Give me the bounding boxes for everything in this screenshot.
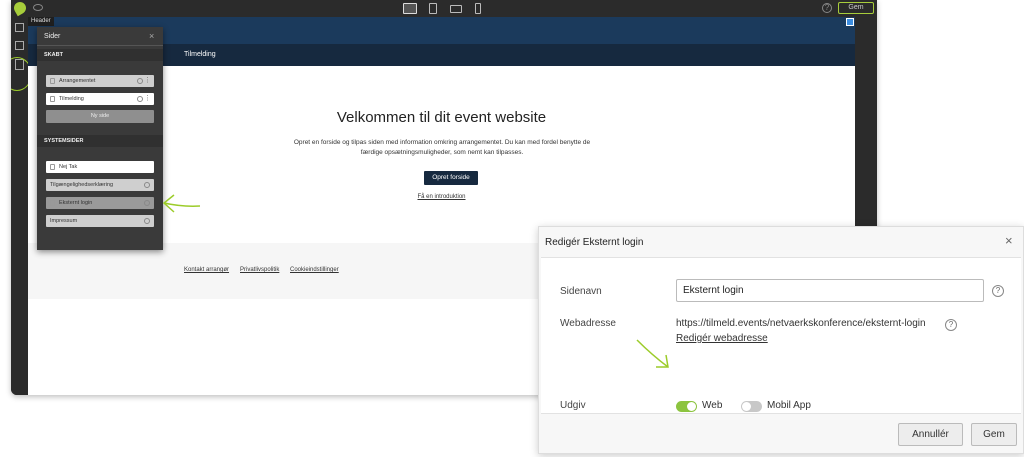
save-button[interactable]: Gem <box>838 2 874 14</box>
hero-text: Opret en forside og tilpas siden med inf… <box>293 139 591 156</box>
dialog-title: Redigér Eksternt login <box>545 237 644 248</box>
blocks-icon[interactable] <box>15 41 24 50</box>
editor-topbar: ? Gem <box>11 0 877 17</box>
screenshot-stage: ? Gem Tilmelding Velkommen til dit event… <box>0 0 1024 457</box>
toggle-app-label: Mobil App <box>767 400 811 411</box>
more-icon[interactable]: ⋮ <box>144 93 151 105</box>
close-icon[interactable]: × <box>1005 233 1013 248</box>
mobile-view-icon[interactable] <box>475 3 481 14</box>
tablet-landscape-icon[interactable] <box>450 5 462 13</box>
page-item-label: Tilmelding <box>59 96 84 102</box>
help-icon[interactable]: ? <box>992 285 1004 297</box>
desktop-view-icon[interactable] <box>403 3 417 14</box>
app-logo-icon <box>11 0 29 17</box>
sidenavn-label: Sidenavn <box>560 286 602 297</box>
layout-icon[interactable] <box>15 23 24 32</box>
save-button[interactable]: Gem <box>971 423 1017 446</box>
cancel-button[interactable]: Annullér <box>898 423 963 446</box>
left-toolbar <box>11 17 32 395</box>
page-icon <box>50 96 55 102</box>
toggle-knob <box>687 402 696 411</box>
page-item-impressum[interactable]: Impressum <box>46 215 154 227</box>
footer-link-cookies[interactable]: Cookieindstillinger <box>290 267 339 273</box>
page-item-label: Nej Tak <box>59 164 78 170</box>
footer-link-contact[interactable]: Kontakt arrangør <box>184 267 229 273</box>
udgiv-label: Udgiv <box>560 400 586 411</box>
webadresse-label: Webadresse <box>560 318 616 329</box>
annotation-arrow-left <box>162 194 201 213</box>
page-item-label: Tilgængelighedserklæring <box>50 182 114 188</box>
gear-icon[interactable] <box>144 200 150 206</box>
page-item-label: Arrangementet <box>59 78 96 84</box>
preview-eye-icon[interactable] <box>33 4 43 11</box>
page-item-eksternt-login[interactable]: Eksternt login <box>46 197 154 209</box>
page-item-arrangementet[interactable]: Arrangementet ⋮ <box>46 75 154 87</box>
section-title-system: SYSTEMSIDER <box>44 138 84 144</box>
dialog-body: Sidenavn ? Webadresse https://tilmeld.ev… <box>541 257 1021 414</box>
header-tag: Header <box>28 17 54 26</box>
tablet-portrait-icon[interactable] <box>429 3 437 14</box>
pages-panel-header: Sider × <box>37 27 163 46</box>
page-item-accessibility[interactable]: Tilgængelighedserklæring <box>46 179 154 191</box>
publish-app-toggle[interactable] <box>741 401 762 412</box>
annotation-arrow-down <box>636 339 669 368</box>
page-name-input[interactable] <box>676 279 984 302</box>
section-title-created: SKABT <box>44 52 63 58</box>
gear-icon[interactable] <box>144 182 150 188</box>
more-icon[interactable]: ⋮ <box>144 75 151 87</box>
page-item-label: Eksternt login <box>59 200 93 206</box>
gear-icon[interactable] <box>137 96 143 102</box>
toggle-knob <box>742 402 751 411</box>
edit-pencil-icon[interactable] <box>846 18 854 26</box>
edit-url-link[interactable]: Redigér webadresse <box>676 333 768 344</box>
help-icon[interactable]: ? <box>945 319 957 331</box>
pages-panel: Sider × SKABT Arrangementet ⋮ Tilmelding… <box>37 27 163 250</box>
footer-link-privacy[interactable]: Privatlivspolitik <box>240 267 279 273</box>
close-icon[interactable]: × <box>149 31 154 41</box>
gear-icon[interactable] <box>144 218 150 224</box>
page-icon <box>50 78 55 84</box>
gear-icon[interactable] <box>137 78 143 84</box>
help-icon[interactable]: ? <box>822 3 832 13</box>
nav-item-tilmelding[interactable]: Tilmelding <box>184 51 216 58</box>
new-page-button[interactable]: Ny side <box>46 110 154 123</box>
page-item-nej-tak[interactable]: Nej Tak <box>46 161 154 173</box>
publish-web-toggle[interactable] <box>676 401 697 412</box>
page-item-label: Impressum <box>50 218 78 224</box>
webadresse-value: https://tilmeld.events/netvaerkskonferen… <box>676 318 926 329</box>
lock-icon <box>50 164 55 170</box>
toggle-web-label: Web <box>702 400 723 411</box>
create-frontpage-button[interactable]: Opret forside <box>424 171 478 185</box>
pages-panel-title: Sider <box>44 33 61 40</box>
page-item-tilmelding[interactable]: Tilmelding ⋮ <box>46 93 154 105</box>
edit-page-dialog: Redigér Eksternt login × Sidenavn ? Weba… <box>538 226 1024 454</box>
page-icon <box>50 200 55 206</box>
